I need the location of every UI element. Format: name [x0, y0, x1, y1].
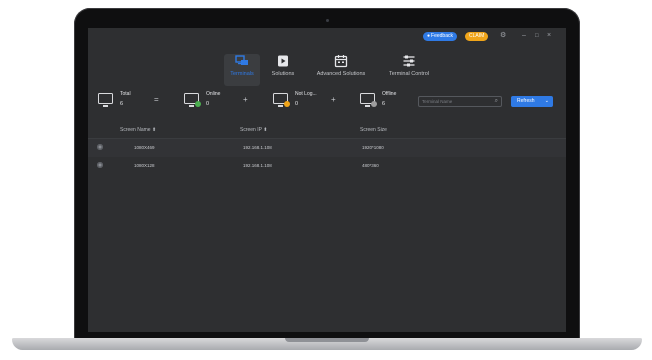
equals-sign: =: [154, 95, 159, 104]
table-row[interactable]: 1080X128 192.168.1.108 480*360: [88, 157, 566, 175]
app-window: ●Feedback CLAIM ⚙ – □ × Terminals Soluti…: [88, 28, 566, 332]
monitor-icon: [98, 93, 113, 107]
search-icon[interactable]: ⌕: [495, 98, 498, 105]
maximize-icon[interactable]: □: [535, 31, 539, 41]
column-screen-ip[interactable]: Screen IP ⬍: [240, 127, 267, 133]
tab-terminal-control[interactable]: Terminal Control: [380, 54, 438, 86]
terminal-search-input[interactable]: Terminal Name ⌕: [418, 96, 502, 107]
table-row[interactable]: 1080X469 192.168.1.108 1920*1080: [88, 139, 566, 157]
laptop-base: [12, 338, 642, 350]
monitors-icon: [235, 54, 249, 68]
laptop-notch: [285, 338, 369, 342]
total-count: 6: [120, 101, 124, 107]
laptop-bezel: ●Feedback CLAIM ⚙ – □ × Terminals Soluti…: [74, 8, 580, 341]
webcam-dot: [326, 19, 329, 22]
account-badge[interactable]: CLAIM: [465, 32, 489, 41]
offline-status-icon: [97, 162, 103, 168]
title-bar: ●Feedback CLAIM ⚙ – □ ×: [88, 28, 566, 44]
close-icon[interactable]: ×: [547, 31, 551, 41]
play-icon: [276, 54, 290, 68]
feedback-icon: ●: [427, 33, 431, 39]
main-nav: Terminals Solutions Advanced Solutions T…: [88, 54, 566, 86]
offline-status-dot: [371, 101, 377, 107]
offline-status-icon: [97, 144, 103, 150]
minimize-icon[interactable]: –: [522, 31, 526, 41]
refresh-button[interactable]: Refresh ⌄: [511, 96, 553, 107]
tab-solutions[interactable]: Solutions: [266, 54, 300, 86]
terminals-table: Screen Name ⬍ Screen IP ⬍ Screen Size 10…: [88, 124, 566, 175]
terminal-stats: Total 6 = Online 0 + Not Log... 0 + Offl…: [88, 86, 566, 120]
chevron-down-icon[interactable]: ⌄: [545, 96, 549, 107]
tab-terminals[interactable]: Terminals: [224, 54, 260, 86]
online-status-dot: [195, 101, 201, 107]
calendar-icon: [334, 54, 348, 68]
sliders-icon: [402, 54, 416, 68]
table-header: Screen Name ⬍ Screen IP ⬍ Screen Size: [88, 124, 566, 139]
tab-advanced-solutions[interactable]: Advanced Solutions: [310, 54, 372, 86]
not-logged-status-dot: [284, 101, 290, 107]
plus-sign: +: [331, 95, 336, 104]
feedback-button[interactable]: ●Feedback: [423, 32, 457, 41]
column-screen-size: Screen Size: [360, 127, 387, 133]
offline-count: 6: [382, 101, 386, 107]
column-screen-name[interactable]: Screen Name ⬍: [120, 127, 156, 133]
not-logged-count: 0: [295, 101, 299, 107]
plus-sign: +: [243, 95, 248, 104]
online-count: 0: [206, 101, 210, 107]
gear-icon[interactable]: ⚙: [500, 31, 506, 41]
